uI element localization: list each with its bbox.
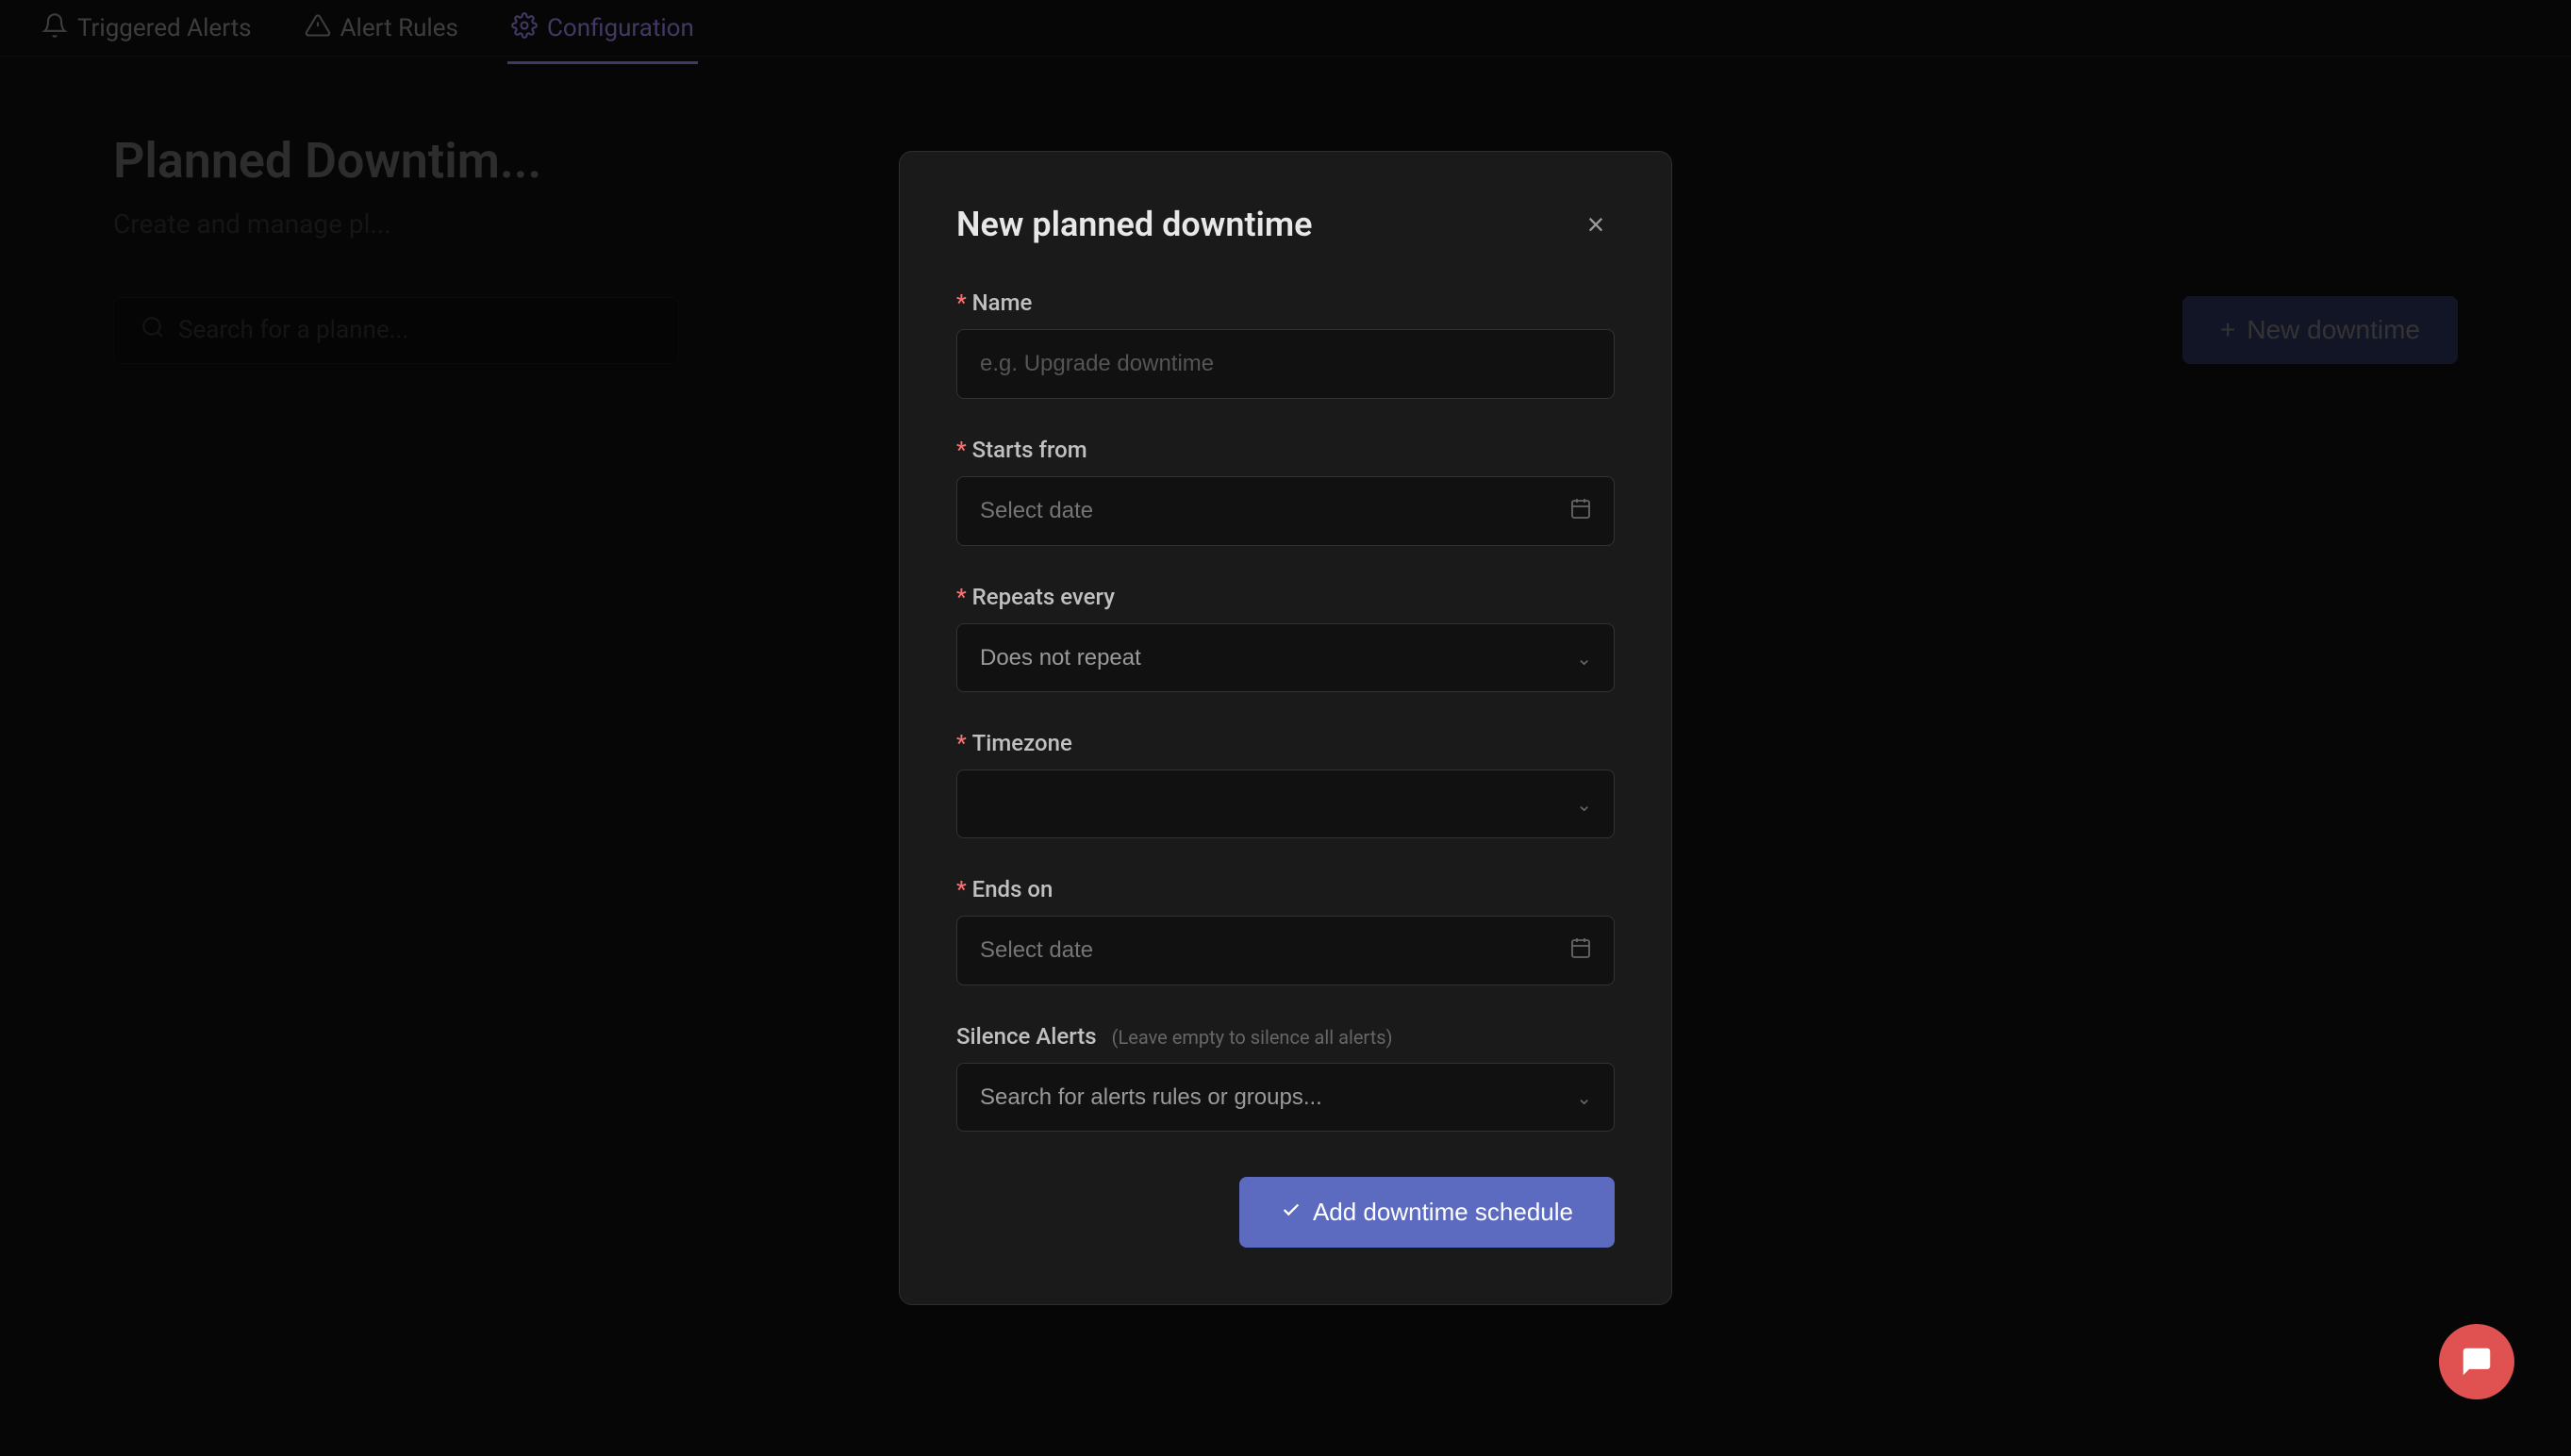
ends-on-calendar-icon (1569, 936, 1592, 965)
add-downtime-schedule-button[interactable]: Add downtime schedule (1239, 1177, 1615, 1248)
starts-from-input[interactable] (956, 476, 1615, 546)
name-field-group: * Name (956, 290, 1615, 399)
name-input[interactable] (956, 329, 1615, 399)
timezone-wrapper: ⌄ (956, 769, 1615, 838)
modal-title: New planned downtime (956, 205, 1313, 244)
ends-on-wrapper (956, 916, 1615, 985)
silence-alerts-select[interactable]: Search for alerts rules or groups... (956, 1063, 1615, 1132)
ends-on-label: * Ends on (956, 876, 1615, 902)
starts-from-label: * Starts from (956, 437, 1615, 463)
name-required-star: * (956, 290, 967, 316)
ends-on-input[interactable] (956, 916, 1615, 985)
timezone-select[interactable] (956, 769, 1615, 838)
modal-overlay: New planned downtime × * Name * Starts f… (0, 0, 2571, 1456)
timezone-label: * Timezone (956, 730, 1615, 756)
close-icon: × (1587, 207, 1605, 242)
ends-on-field-group: * Ends on (956, 876, 1615, 985)
new-downtime-modal: New planned downtime × * Name * Starts f… (899, 151, 1672, 1305)
modal-close-button[interactable]: × (1577, 206, 1615, 243)
repeats-required-star: * (956, 584, 967, 610)
repeats-every-wrapper: Does not repeat Daily Weekly Monthly ⌄ (956, 623, 1615, 692)
modal-header: New planned downtime × (956, 205, 1615, 244)
silence-alerts-label-row: Silence Alerts (Leave empty to silence a… (956, 1023, 1615, 1050)
repeats-every-label: * Repeats every (956, 584, 1615, 610)
starts-from-calendar-icon (1569, 497, 1592, 525)
modal-footer: Add downtime schedule (956, 1177, 1615, 1248)
chat-bubble-button[interactable] (2439, 1324, 2514, 1399)
repeats-every-field-group: * Repeats every Does not repeat Daily We… (956, 584, 1615, 692)
ends-on-required-star: * (956, 876, 967, 902)
name-label: * Name (956, 290, 1615, 316)
silence-alerts-hint: (Leave empty to silence all alerts) (1112, 1026, 1393, 1049)
starts-from-field-group: * Starts from (956, 437, 1615, 546)
silence-alerts-wrapper: Search for alerts rules or groups... ⌄ (956, 1063, 1615, 1132)
checkmark-icon (1281, 1198, 1302, 1227)
silence-alerts-field-group: Silence Alerts (Leave empty to silence a… (956, 1023, 1615, 1132)
silence-alerts-label: Silence Alerts (956, 1023, 1097, 1050)
starts-from-required-star: * (956, 437, 967, 463)
timezone-field-group: * Timezone ⌄ (956, 730, 1615, 838)
timezone-required-star: * (956, 730, 967, 756)
starts-from-wrapper (956, 476, 1615, 546)
repeats-every-select[interactable]: Does not repeat Daily Weekly Monthly (956, 623, 1615, 692)
